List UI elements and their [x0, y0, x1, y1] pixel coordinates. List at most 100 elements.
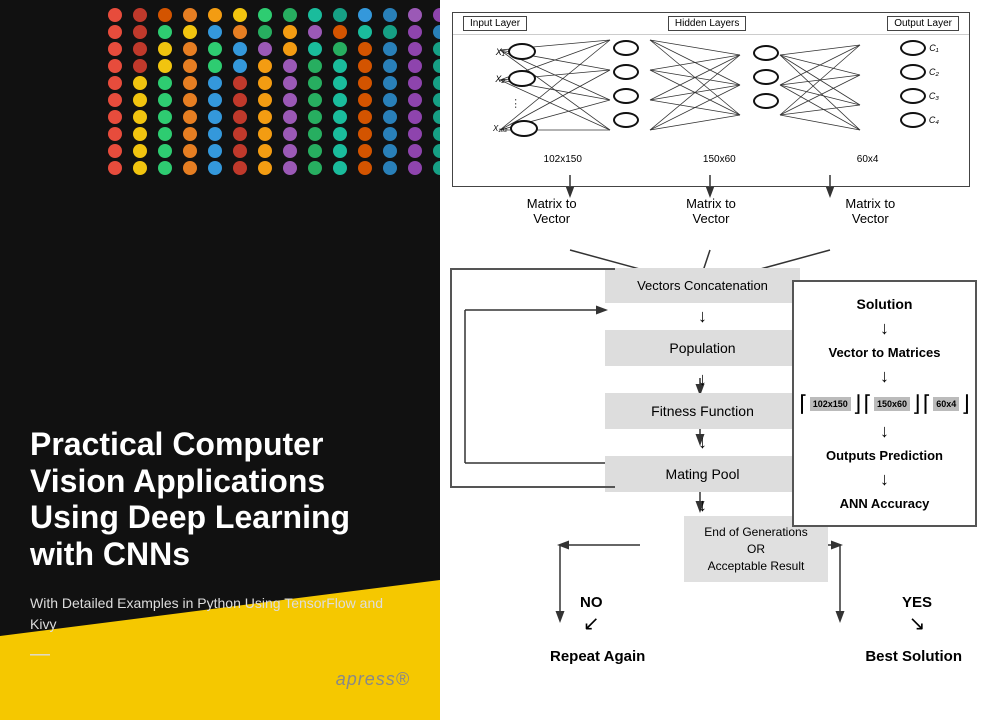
diagram-panel: Input Layer Hidden Layers Output Layer X… [440, 0, 982, 720]
dot [383, 110, 397, 124]
sol-dim-3: 60x4 [933, 397, 959, 411]
dot [208, 93, 222, 107]
dot [333, 127, 347, 141]
dot [408, 144, 422, 158]
mtv-label-1: Matrix toVector [502, 196, 602, 226]
dot [433, 59, 440, 73]
dot [233, 127, 247, 141]
dot [208, 161, 222, 175]
center-flow: Vectors Concatenation ↓ Population ↓ Fit… [605, 268, 800, 519]
dot [358, 42, 372, 56]
dot [333, 76, 347, 90]
nn-hidden2-node-1 [753, 45, 779, 61]
dot [408, 161, 422, 175]
dot [133, 127, 147, 141]
dot [358, 8, 372, 22]
dot [208, 59, 222, 73]
dot [358, 144, 372, 158]
population-box: Population [605, 330, 800, 366]
dot [258, 127, 272, 141]
yes-branch: YES ↘ [902, 594, 932, 636]
solution-arrow-2: ↓ [802, 364, 967, 389]
dot [358, 110, 372, 124]
dot [308, 161, 322, 175]
dot [233, 42, 247, 56]
dot [408, 8, 422, 22]
dot [383, 93, 397, 107]
no-branch: NO ↙ [580, 594, 603, 636]
dot [108, 93, 122, 107]
nn-hidden1-node-2 [613, 64, 639, 80]
dot [283, 93, 297, 107]
dim-label-1: 102x150 [544, 154, 582, 165]
dot [208, 76, 222, 90]
dot [233, 76, 247, 90]
dot [308, 42, 322, 56]
dot [158, 42, 172, 56]
dot [108, 127, 122, 141]
dot [258, 42, 272, 56]
no-label: NO [580, 594, 603, 611]
dot [308, 25, 322, 39]
solution-matrices: ⌈ 102x150 ⌋ ⌈ 150x60 ⌋ ⌈ 60x4 ⌋ [802, 389, 967, 419]
dot [133, 25, 147, 39]
dot [358, 93, 372, 107]
dot [208, 127, 222, 141]
dot [133, 59, 147, 73]
dot [183, 144, 197, 158]
nn-input-node-3 [510, 120, 538, 137]
input-layer-label: Input Layer [463, 16, 527, 31]
dot [308, 144, 322, 158]
vector-to-matrices-label: Vector to Matrices [802, 341, 967, 364]
dot [158, 25, 172, 39]
arrow-1: ↓ [605, 303, 800, 330]
loop-border [450, 268, 615, 488]
nn-hidden1-node-3 [613, 88, 639, 104]
dot [233, 93, 247, 107]
dot [308, 76, 322, 90]
dot [158, 110, 172, 124]
dot [333, 8, 347, 22]
dot [308, 93, 322, 107]
output-layer-label: Output Layer [887, 16, 959, 31]
dot [333, 144, 347, 158]
mtv-label-3: Matrix toVector [820, 196, 920, 226]
dots-decoration [100, 0, 440, 280]
dot [383, 8, 397, 22]
dot [133, 42, 147, 56]
nn-output-node-2 [900, 64, 926, 80]
dot [333, 42, 347, 56]
dot [283, 144, 297, 158]
dot [433, 25, 440, 39]
dot [158, 59, 172, 73]
dot [283, 8, 297, 22]
book-dash: — [30, 643, 410, 666]
dot [108, 8, 122, 22]
book-cover: Practical Computer Vision Applications U… [0, 0, 440, 720]
dot [333, 25, 347, 39]
dot [258, 76, 272, 90]
dot [133, 144, 147, 158]
nn-output-node-4 [900, 112, 926, 128]
dot [258, 144, 272, 158]
neural-network-diagram: Input Layer Hidden Layers Output Layer X… [452, 12, 970, 187]
nn-output-node-1 [900, 40, 926, 56]
dot [383, 59, 397, 73]
sol-dim-2: 150x60 [874, 397, 910, 411]
arrow-4: ↓ [605, 492, 800, 519]
dot [158, 144, 172, 158]
dot [283, 110, 297, 124]
dot [258, 161, 272, 175]
dot [183, 8, 197, 22]
dot [233, 144, 247, 158]
dot [233, 110, 247, 124]
dot [308, 127, 322, 141]
mating-pool-box: Mating Pool [605, 456, 800, 492]
ann-accuracy-label: ANN Accuracy [802, 492, 967, 515]
nn-hidden1-node-1 [613, 40, 639, 56]
dot [383, 161, 397, 175]
dot [183, 127, 197, 141]
dot [283, 25, 297, 39]
dot [108, 25, 122, 39]
dot [283, 161, 297, 175]
